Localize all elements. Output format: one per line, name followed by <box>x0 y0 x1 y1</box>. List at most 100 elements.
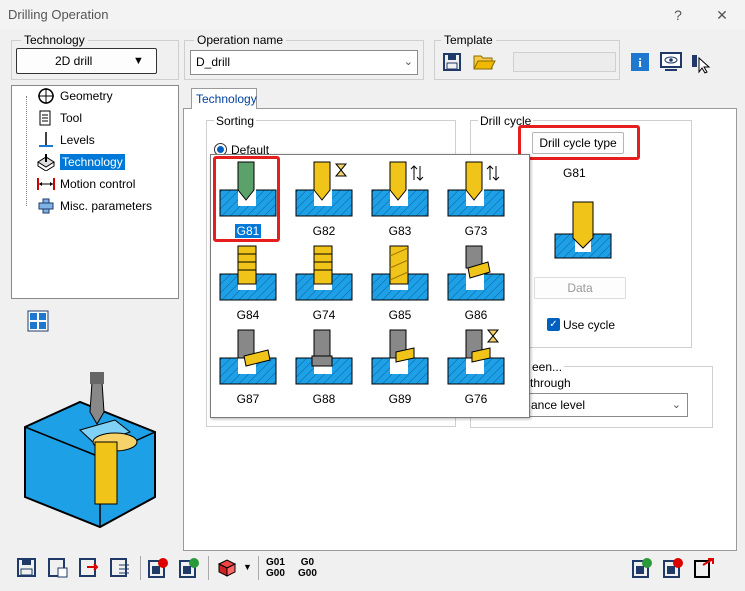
exit-icon[interactable] <box>693 557 715 579</box>
level-value: ance level <box>531 398 586 412</box>
cycle-code-label: G76 <box>446 392 506 406</box>
tree-item-label: Levels <box>60 133 95 147</box>
pointer-tool-icon[interactable] <box>690 52 712 74</box>
tool-icon <box>39 110 51 126</box>
template-field[interactable] <box>513 52 616 72</box>
save-template-icon[interactable] <box>442 52 462 72</box>
cycle-option-g87[interactable]: G87 <box>218 328 278 406</box>
cycle-code-label: G85 <box>370 308 430 322</box>
technology-group-label: Technology <box>21 33 88 47</box>
calculate-icon[interactable] <box>147 557 169 579</box>
cycle-option-g88[interactable]: G88 <box>294 328 354 406</box>
cycle-code-text: G82 <box>312 224 336 238</box>
drill-cycle-type-button[interactable]: Drill cycle type <box>532 132 624 154</box>
cycle-option-g83[interactable]: G83 <box>370 160 430 238</box>
cycle-g88-icon <box>295 329 353 385</box>
cycle-code-label: G74 <box>294 308 354 322</box>
g00-label: G00 <box>266 568 285 579</box>
tree-item-tool[interactable]: Tool <box>36 108 82 128</box>
levels-icon <box>39 132 53 147</box>
close-button[interactable]: ✕ <box>710 5 734 25</box>
svg-text:i: i <box>638 55 642 70</box>
tree-item-label: Motion control <box>60 177 136 191</box>
selected-cycle-highlight <box>213 156 280 242</box>
between-label: een... <box>530 360 565 374</box>
save-list-icon[interactable] <box>109 557 131 579</box>
cycle-code-text: G76 <box>464 392 488 406</box>
tab-technology[interactable]: Technology <box>191 88 257 109</box>
cycle-code-text: G73 <box>464 224 488 238</box>
info-icon[interactable]: i <box>630 52 650 72</box>
cycle-option-g84[interactable]: G84 <box>218 244 278 322</box>
cycle-code-text: G84 <box>236 308 260 322</box>
crosshair-icon <box>38 88 54 104</box>
template-label: Template <box>441 33 496 47</box>
g01-g00-button[interactable]: G01 G00 <box>266 557 285 579</box>
cycle-option-g82[interactable]: G82 <box>294 160 354 238</box>
cycle-g83-icon <box>371 161 429 217</box>
cycle-code-text: G86 <box>464 308 488 322</box>
cycle-g76-icon <box>447 329 505 385</box>
cycle-g84-icon <box>219 245 277 301</box>
toolbar-separator <box>208 556 209 580</box>
simulate-icon[interactable] <box>216 557 238 579</box>
current-cycle-label: G81 <box>563 166 586 180</box>
calculate-add-icon[interactable] <box>178 557 200 579</box>
tree-item-misc-parameters[interactable]: Misc. parameters <box>36 196 152 216</box>
cycle-code-text: G89 <box>388 392 412 406</box>
dropdown-arrow-icon: ▼ <box>133 55 144 67</box>
cycle-option-g73[interactable]: G73 <box>446 160 506 238</box>
use-cycle-checkbox[interactable]: ✓ <box>547 318 560 331</box>
cycle-code-label: G87 <box>218 392 278 406</box>
cycle-g82-icon <box>295 161 353 217</box>
through-label: through <box>530 376 571 390</box>
cycle-code-label: G82 <box>294 224 354 238</box>
cycle-option-g76[interactable]: G76 <box>446 328 506 406</box>
simulate-dropdown-arrow-icon[interactable]: ▼ <box>243 562 252 572</box>
add-operation-icon[interactable] <box>631 557 653 579</box>
cycle-option-g85[interactable]: G85 <box>370 244 430 322</box>
drill-preview-image <box>24 372 156 529</box>
save-export-icon[interactable] <box>78 557 100 579</box>
technology-dropdown[interactable]: 2D drill ▼ <box>16 48 157 74</box>
motion-icon <box>37 178 55 190</box>
technology-value: 2D drill <box>55 54 93 68</box>
cycle-g89-icon <box>371 329 429 385</box>
tree-item-technology[interactable]: Technology <box>36 152 125 172</box>
layout-grid-icon[interactable] <box>27 310 49 332</box>
toolbar-separator <box>140 556 141 580</box>
save-icon[interactable] <box>16 557 38 579</box>
cycle-option-g89[interactable]: G89 <box>370 328 430 406</box>
operation-name-combo[interactable]: D_drill ⌄ <box>190 50 418 75</box>
g0-g00-button[interactable]: G0 G00 <box>298 557 317 579</box>
tree-item-label: Misc. parameters <box>60 199 153 213</box>
cycle-code-label: G84 <box>218 308 278 322</box>
save-as-icon[interactable] <box>47 557 69 579</box>
cycle-g85-icon <box>371 245 429 301</box>
open-template-icon[interactable] <box>472 50 496 72</box>
tree-item-label: Geometry <box>60 89 113 103</box>
toolbar-separator <box>258 556 259 580</box>
tree-item-levels[interactable]: Levels <box>36 130 95 150</box>
current-cycle-icon <box>554 201 612 259</box>
tree-item-label: Technology <box>60 154 125 170</box>
g0-label: G0 <box>300 557 315 568</box>
delete-operation-icon[interactable] <box>662 557 684 579</box>
sorting-label: Sorting <box>214 114 257 128</box>
cycle-option-g74[interactable]: G74 <box>294 244 354 322</box>
tree-line <box>26 96 27 206</box>
view-icon[interactable] <box>659 50 683 74</box>
cycle-option-g86[interactable]: G86 <box>446 244 506 322</box>
data-button[interactable]: Data <box>534 277 626 299</box>
cycle-code-text: G87 <box>236 392 260 406</box>
operation-name-value: D_drill <box>196 55 231 69</box>
cycle-g73-icon <box>447 161 505 217</box>
misc-icon <box>38 198 54 214</box>
tree-item-motion-control[interactable]: Motion control <box>36 174 135 194</box>
cycle-code-text: G88 <box>312 392 336 406</box>
help-button[interactable]: ? <box>666 5 690 25</box>
g01-label: G01 <box>266 557 285 568</box>
cycle-code-label: G83 <box>370 224 430 238</box>
tree-item-geometry[interactable]: Geometry <box>36 86 113 106</box>
operation-name-label: Operation name <box>194 33 287 47</box>
